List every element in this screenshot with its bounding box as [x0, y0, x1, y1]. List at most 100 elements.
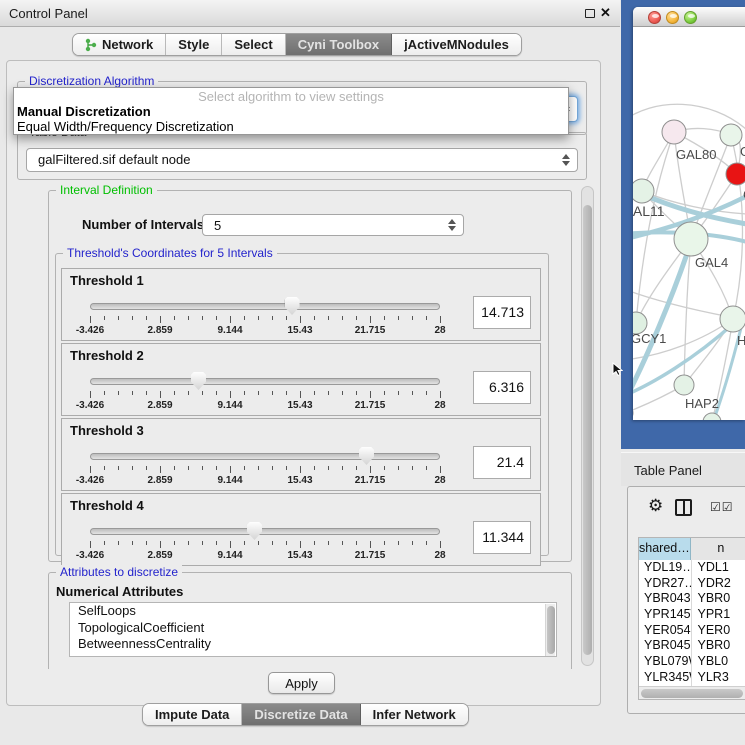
table-row[interactable]: YLR345WYLR3	[639, 670, 745, 686]
network-node[interactable]	[720, 306, 745, 332]
list-scrollbar[interactable]	[545, 604, 555, 656]
table-data-combobox[interactable]: galFiltered.sif default node	[26, 148, 578, 172]
algorithm-option-equal-width-frequency-discretization[interactable]: Equal Width/Frequency Discretization	[17, 119, 234, 134]
node-attribute-table[interactable]: shared… n YDL19…YDL1YDR27…YDR2YBR043CYBR…	[638, 537, 745, 700]
threshold-slider[interactable]: -3.4262.8599.14415.4321.71528	[90, 374, 440, 404]
attribute-item-topologicalcoefficient[interactable]: TopologicalCoefficient	[70, 620, 556, 637]
bottom-tab-infer-network[interactable]: Infer Network	[361, 704, 468, 725]
tab-select[interactable]: Select	[222, 34, 285, 55]
table-cell[interactable]: YDR2	[692, 576, 745, 592]
interval-definition-label: Interval Definition	[56, 183, 157, 197]
slider-tick	[328, 466, 329, 470]
slider-tick	[370, 466, 371, 473]
settings-scrollbar[interactable]	[581, 186, 594, 666]
network-window-titlebar[interactable]	[633, 7, 745, 27]
table-horizontal-scrollbar[interactable]	[639, 686, 745, 699]
table-cell[interactable]: YDL1	[692, 560, 745, 576]
network-node[interactable]	[633, 179, 654, 203]
table-row[interactable]: YDL19…YDL1	[639, 560, 745, 576]
slider-tick	[132, 466, 133, 470]
table-cell[interactable]: YBR0	[692, 591, 745, 607]
slider-thumb[interactable]	[191, 372, 206, 390]
table-cell[interactable]: YLR3	[692, 670, 745, 686]
tab-network[interactable]: Network	[73, 34, 166, 55]
attribute-item-betweennesscentrality[interactable]: BetweennessCentrality	[70, 636, 556, 653]
columns-icon[interactable]	[675, 499, 692, 516]
slider-track[interactable]	[90, 528, 440, 535]
slider-tick	[370, 541, 371, 548]
table-cell[interactable]: YBR0	[692, 638, 745, 654]
threshold-slider[interactable]: -3.4262.8599.14415.4321.71528	[90, 449, 440, 479]
table-row[interactable]: YDR27…YDR2	[639, 576, 745, 592]
close-traffic-light-icon[interactable]	[648, 11, 661, 24]
gear-icon[interactable]: ⚙	[648, 496, 663, 516]
table-row[interactable]: YBR043CYBR0	[639, 591, 745, 607]
scrollbar-thumb[interactable]	[583, 205, 592, 655]
network-node[interactable]	[674, 222, 708, 256]
threshold-value-field[interactable]: 11.344	[473, 521, 531, 554]
numerical-attributes-list[interactable]: SelfLoopsTopologicalCoefficientBetweenne…	[69, 602, 557, 657]
slider-tick	[230, 541, 231, 548]
slider-track[interactable]	[90, 303, 440, 310]
threshold-slider[interactable]: -3.4262.8599.14415.4321.71528	[90, 524, 440, 554]
bottom-tab-impute-data[interactable]: Impute Data	[143, 704, 242, 725]
network-canvas[interactable]: GAL80G.CGAL11GAL4GCY1HHAP2	[633, 28, 745, 420]
close-window-icon[interactable]: ✕	[600, 5, 611, 21]
threshold-value-field[interactable]: 21.4	[473, 446, 531, 479]
table-cell[interactable]: YBL079W	[639, 654, 692, 670]
network-node[interactable]	[674, 375, 694, 395]
slider-tick	[244, 316, 245, 320]
slider-tick-label: 2.859	[147, 475, 172, 486]
float-window-icon[interactable]	[585, 9, 595, 18]
tab-cyni-toolbox[interactable]: Cyni Toolbox	[286, 34, 392, 55]
number-of-intervals-combobox[interactable]: 5	[202, 214, 464, 236]
slider-thumb[interactable]	[285, 297, 300, 315]
apply-button[interactable]: Apply	[268, 672, 335, 694]
minimize-traffic-light-icon[interactable]	[666, 11, 679, 24]
slider-tick	[314, 466, 315, 470]
tab-label: Cyni Toolbox	[298, 37, 379, 52]
slider-tick-label: 21.715	[355, 475, 386, 486]
slider-tick	[146, 541, 147, 545]
table-row[interactable]: YBR045CYBR0	[639, 638, 745, 654]
slider-tick	[356, 541, 357, 545]
bottom-tab-discretize-data[interactable]: Discretize Data	[242, 704, 360, 725]
tab-jactivemnodules[interactable]: jActiveMNodules	[392, 34, 521, 55]
slider-track[interactable]	[90, 378, 440, 385]
network-node-label-gcy1: GCY1	[633, 331, 666, 346]
attribute-item-selfloops[interactable]: SelfLoops	[70, 603, 556, 620]
table-cell[interactable]: YDR27…	[639, 576, 692, 592]
slider-tick	[342, 466, 343, 470]
zoom-traffic-light-icon[interactable]	[684, 11, 697, 24]
network-node[interactable]	[726, 163, 745, 185]
table-cell[interactable]: YLR345W	[639, 670, 692, 686]
table-row[interactable]: YER054CYER0	[639, 623, 745, 639]
tab-style[interactable]: Style	[166, 34, 222, 55]
checkbox-icons[interactable]: ☑☑	[710, 500, 734, 514]
table-cell[interactable]: YPR1	[692, 607, 745, 623]
network-node[interactable]	[703, 413, 721, 420]
algorithm-option-manual-discretization[interactable]: Manual Discretization	[17, 104, 151, 119]
slider-thumb[interactable]	[247, 522, 262, 540]
threshold-value-field[interactable]: 14.713	[473, 296, 531, 329]
network-node-label-gal80: GAL80	[676, 147, 716, 162]
table-cell[interactable]: YPR145W	[639, 607, 692, 623]
slider-tick	[202, 391, 203, 395]
table-row[interactable]: YBL079WYBL0	[639, 654, 745, 670]
table-cell[interactable]: YBR043C	[639, 591, 692, 607]
threshold-value-field[interactable]: 6.316	[473, 371, 531, 404]
slider-thumb[interactable]	[359, 447, 374, 465]
network-node[interactable]	[662, 120, 686, 144]
slider-track[interactable]	[90, 453, 440, 460]
table-panel-title: Table Panel	[634, 463, 702, 478]
table-cell[interactable]: YER0	[692, 623, 745, 639]
table-cell[interactable]: YBR045C	[639, 638, 692, 654]
column-header-shared[interactable]: shared…	[639, 538, 691, 560]
table-cell[interactable]: YER054C	[639, 623, 692, 639]
table-cell[interactable]: YBL0	[692, 654, 745, 670]
table-cell[interactable]: YDL19…	[639, 560, 692, 576]
table-row[interactable]: YPR145WYPR1	[639, 607, 745, 623]
column-header-name[interactable]: n	[691, 538, 745, 560]
network-node[interactable]	[720, 124, 742, 146]
threshold-slider[interactable]: -3.4262.8599.14415.4321.71528	[90, 299, 440, 329]
